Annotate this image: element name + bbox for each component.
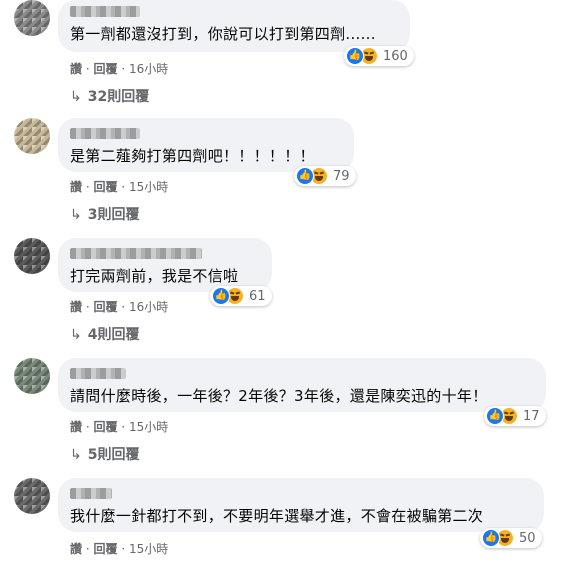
reaction-count: 160 <box>383 48 408 64</box>
separator: · <box>121 300 126 314</box>
replies-count: 5則回覆 <box>87 447 140 463</box>
separator: · <box>121 62 126 76</box>
separator: · <box>85 420 90 434</box>
reply-link[interactable]: 回覆 <box>94 62 118 76</box>
comment-text: 第一劑都還沒打到，你說可以打到第四劑...... <box>70 25 376 43</box>
reply-link[interactable]: 回覆 <box>94 180 118 194</box>
commenter-name[interactable] <box>70 128 140 139</box>
reaction-count: 17 <box>523 408 540 424</box>
comment-bubble: 打完兩劑前，我是不信啦 <box>58 238 272 292</box>
comment-text: 請問什麼時後，一年後？2年後？3年後，還是陳奕迅的十年！ <box>70 387 488 405</box>
comment-actions: 讚 · 回覆 · 16小時 <box>70 60 168 77</box>
avatar[interactable] <box>14 118 50 154</box>
reaction-count: 79 <box>333 168 350 184</box>
commenter-name[interactable] <box>70 248 202 259</box>
separator: · <box>121 542 126 556</box>
avatar[interactable] <box>14 238 50 274</box>
reaction-summary[interactable]: 👍 160 <box>344 46 414 66</box>
like-link[interactable]: 讚 <box>70 62 82 76</box>
view-replies-link[interactable]: ↳ 3則回覆 <box>70 204 139 224</box>
avatar[interactable] <box>14 358 50 394</box>
view-replies-link[interactable]: ↳ 5則回覆 <box>70 444 139 464</box>
separator: · <box>85 62 90 76</box>
comment-actions: 讚 · 回覆 · 15小時 <box>70 418 168 435</box>
comment-text: 我什麼一針都打不到，不要明年選舉才進，不會在被騙第二次 <box>70 507 484 525</box>
commenter-name[interactable] <box>70 368 126 379</box>
comment-bubble: 請問什麼時後，一年後？2年後？3年後，還是陳奕迅的十年！ <box>58 358 546 412</box>
separator: · <box>85 542 90 556</box>
separator: · <box>85 180 90 194</box>
reaction-count: 61 <box>249 288 266 304</box>
like-link[interactable]: 讚 <box>70 542 82 556</box>
comment-text: 打完兩劑前，我是不信啦 <box>70 267 239 285</box>
reaction-summary[interactable]: 👍 61 <box>210 286 272 306</box>
reply-arrow-icon: ↳ <box>70 89 82 105</box>
comment-time[interactable]: 15小時 <box>129 542 168 556</box>
reply-link[interactable]: 回覆 <box>94 300 118 314</box>
avatar[interactable] <box>14 478 50 514</box>
comment-time[interactable]: 16小時 <box>129 300 168 314</box>
comment-actions: 讚 · 回覆 · 15小時 <box>70 178 168 195</box>
comment-bubble: 第一劑都還沒打到，你說可以打到第四劑...... <box>58 0 410 52</box>
reaction-summary[interactable]: 👍 79 <box>294 166 356 186</box>
reaction-summary[interactable]: 👍 50 <box>480 528 542 548</box>
reply-arrow-icon: ↳ <box>70 207 82 223</box>
comment-actions: 讚 · 回覆 · 16小時 <box>70 298 168 315</box>
comment-bubble: 我什麼一針都打不到，不要明年選舉才進，不會在被騙第二次 <box>58 478 544 532</box>
view-replies-link[interactable]: ↳ 32則回覆 <box>70 86 149 106</box>
commenter-name[interactable] <box>70 6 140 17</box>
like-link[interactable]: 讚 <box>70 420 82 434</box>
replies-count: 32則回覆 <box>87 89 150 105</box>
like-icon: 👍 <box>212 287 230 305</box>
reaction-count: 50 <box>519 530 536 546</box>
separator: · <box>121 180 126 194</box>
replies-count: 3則回覆 <box>87 207 140 223</box>
like-icon: 👍 <box>296 167 314 185</box>
comment-time[interactable]: 15小時 <box>129 420 168 434</box>
reply-arrow-icon: ↳ <box>70 327 82 343</box>
like-icon: 👍 <box>482 529 500 547</box>
replies-count: 4則回覆 <box>87 327 140 343</box>
commenter-name[interactable] <box>70 488 112 499</box>
comment-time[interactable]: 16小時 <box>129 62 168 76</box>
separator: · <box>85 300 90 314</box>
comment-bubble: 是第二薤夠打第四劑吧！！！！！！ <box>58 118 354 172</box>
reply-link[interactable]: 回覆 <box>94 542 118 556</box>
separator: · <box>121 420 126 434</box>
like-icon: 👍 <box>486 407 504 425</box>
reply-link[interactable]: 回覆 <box>94 420 118 434</box>
comment-actions: 讚 · 回覆 · 15小時 <box>70 540 168 557</box>
reply-arrow-icon: ↳ <box>70 447 82 463</box>
like-link[interactable]: 讚 <box>70 300 82 314</box>
like-icon: 👍 <box>346 47 364 65</box>
comment-time[interactable]: 15小時 <box>129 180 168 194</box>
like-link[interactable]: 讚 <box>70 180 82 194</box>
avatar[interactable] <box>14 0 50 36</box>
view-replies-link[interactable]: ↳ 4則回覆 <box>70 324 139 344</box>
reaction-summary[interactable]: 👍 17 <box>484 406 546 426</box>
comment-text: 是第二薤夠打第四劑吧！！！！！！ <box>70 147 315 165</box>
